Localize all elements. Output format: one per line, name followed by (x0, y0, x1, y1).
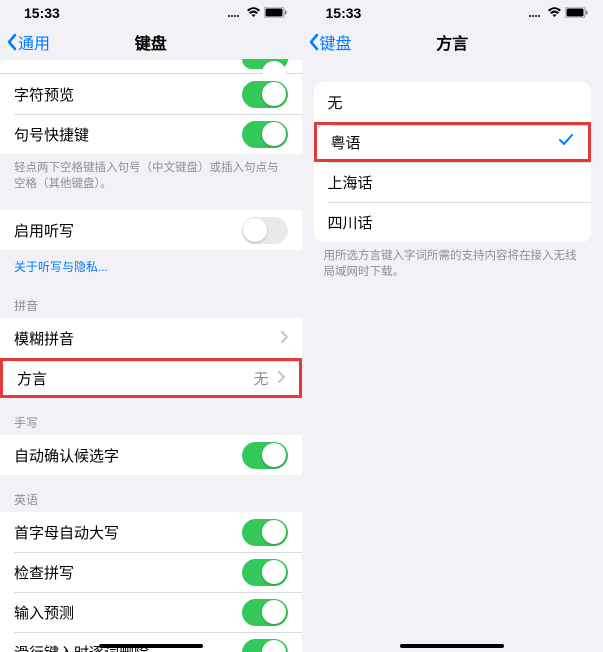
slide-delete-row[interactable]: 滑行键入时逐词删除 (0, 632, 302, 652)
char-preview-toggle[interactable] (242, 81, 288, 108)
dictation-group: 启用听写 (0, 210, 302, 250)
chevron-left-icon (308, 33, 320, 51)
char-preview-label: 字符预览 (14, 84, 242, 105)
dialect-selection-screen: 15:33 键盘 方言 无 粤语 (302, 0, 603, 652)
partial-toggle[interactable] (242, 59, 288, 69)
dictation-label: 启用听写 (14, 220, 242, 241)
wifi-icon (246, 5, 261, 21)
period-footer: 轻点两下空格键插入句号（中文键盘）或插入句点与空格（其他键盘）。 (0, 154, 302, 202)
check-spelling-toggle[interactable] (242, 559, 288, 586)
battery-icon (565, 5, 589, 21)
dialect-label: 方言 (17, 368, 253, 389)
status-icons (528, 5, 589, 21)
status-time: 15:33 (326, 5, 362, 21)
status-bar: 15:33 (302, 0, 603, 24)
battery-icon (264, 5, 288, 21)
dictation-toggle[interactable] (242, 217, 288, 244)
pinyin-header: 拼音 (0, 287, 302, 318)
dictation-row[interactable]: 启用听写 (0, 210, 302, 250)
nav-back-button[interactable]: 通用 (6, 30, 50, 54)
handwriting-header: 手写 (0, 398, 302, 435)
cellular-icon (528, 5, 544, 21)
english-group: 首字母自动大写 检查拼写 输入预测 滑行键入时逐词删除 (0, 512, 302, 652)
nav-back-label: 通用 (18, 30, 50, 54)
option-sichuanese[interactable]: 四川话 (314, 202, 592, 242)
nav-title: 方言 (436, 30, 468, 54)
dialect-options-group: 无 粤语 上海话 四川话 (314, 82, 592, 242)
status-icons (227, 5, 288, 21)
fuzzy-pinyin-row[interactable]: 模糊拼音 (0, 318, 302, 358)
option-none[interactable]: 无 (314, 82, 592, 122)
chevron-right-icon (280, 330, 288, 347)
nav-title: 键盘 (135, 30, 167, 54)
predictive-row[interactable]: 输入预测 (0, 592, 302, 632)
settings-content: 字符预览 句号快捷键 轻点两下空格键插入句号（中文键盘）或插入句点与空格（其他键… (0, 60, 302, 652)
option-cantonese-label: 粤语 (331, 132, 559, 153)
nav-bar: 通用 键盘 (0, 24, 302, 60)
cellular-icon (227, 5, 243, 21)
home-indicator[interactable] (99, 644, 203, 648)
nav-back-label: 键盘 (320, 30, 352, 54)
nav-back-button[interactable]: 键盘 (308, 30, 352, 54)
char-preview-row[interactable]: 字符预览 (0, 74, 302, 114)
wifi-icon (547, 5, 562, 21)
option-shanghainese-label: 上海话 (328, 172, 578, 193)
check-spelling-row[interactable]: 检查拼写 (0, 552, 302, 592)
chevron-right-icon (277, 370, 285, 387)
partial-row-top (0, 60, 302, 74)
home-indicator[interactable] (400, 644, 504, 648)
handwriting-group: 自动确认候选字 (0, 435, 302, 475)
dialect-row[interactable]: 方言 无 (0, 358, 302, 398)
auto-cap-toggle[interactable] (242, 519, 288, 546)
dialect-content: 无 粤语 上海话 四川话 用所选方言键入字词所需的支持内容将在接入无线局域网时下… (302, 60, 603, 290)
slide-delete-toggle[interactable] (242, 639, 288, 652)
top-group: 字符预览 句号快捷键 (0, 60, 302, 154)
auto-confirm-label: 自动确认候选字 (14, 445, 242, 466)
keyboard-settings-screen: 15:33 通用 键盘 字符预览 (0, 0, 302, 652)
auto-cap-row[interactable]: 首字母自动大写 (0, 512, 302, 552)
fuzzy-pinyin-label: 模糊拼音 (14, 328, 280, 349)
period-shortcut-toggle[interactable] (242, 121, 288, 148)
auto-cap-label: 首字母自动大写 (14, 522, 242, 543)
dialect-value: 无 (253, 368, 268, 389)
auto-confirm-toggle[interactable] (242, 442, 288, 469)
period-shortcut-row[interactable]: 句号快捷键 (0, 114, 302, 154)
period-shortcut-label: 句号快捷键 (14, 124, 242, 145)
english-header: 英语 (0, 475, 302, 512)
dictation-privacy-link[interactable]: 关于听写与隐私... (0, 250, 302, 287)
checkmark-icon (558, 133, 574, 151)
dialect-footer: 用所选方言键入字词所需的支持内容将在接入无线局域网时下载。 (302, 242, 603, 290)
check-spelling-label: 检查拼写 (14, 562, 242, 583)
option-cantonese[interactable]: 粤语 (314, 122, 592, 162)
status-bar: 15:33 (0, 0, 302, 24)
status-time: 15:33 (24, 5, 60, 21)
option-none-label: 无 (328, 92, 578, 113)
predictive-toggle[interactable] (242, 599, 288, 626)
option-sichuanese-label: 四川话 (328, 212, 578, 233)
auto-confirm-row[interactable]: 自动确认候选字 (0, 435, 302, 475)
pinyin-group: 模糊拼音 方言 无 (0, 318, 302, 398)
chevron-left-icon (6, 33, 18, 51)
nav-bar: 键盘 方言 (302, 24, 603, 60)
predictive-label: 输入预测 (14, 602, 242, 623)
option-shanghainese[interactable]: 上海话 (314, 162, 592, 202)
